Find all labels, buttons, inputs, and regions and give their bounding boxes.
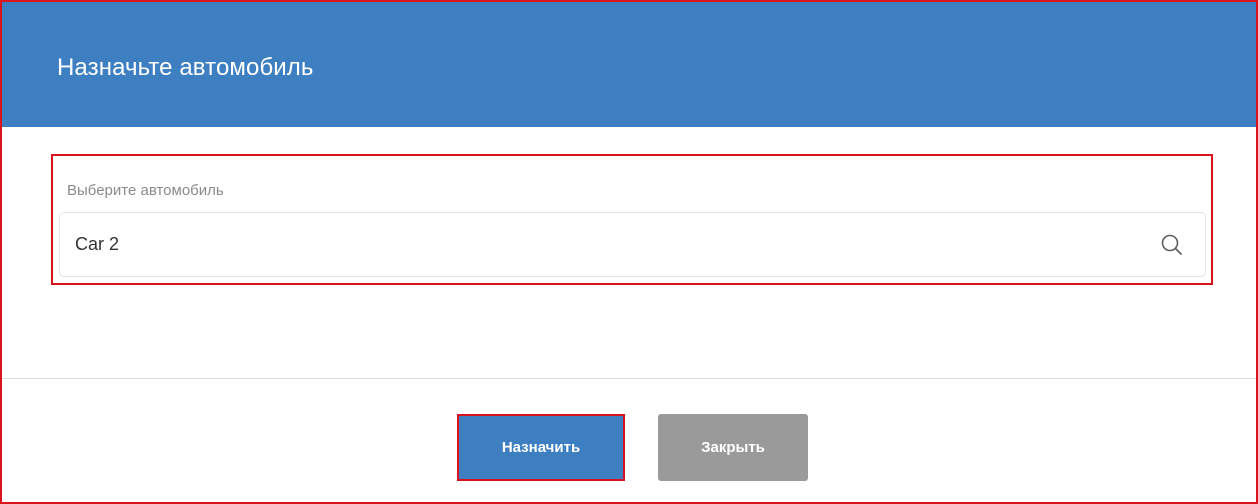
car-select-input[interactable]: Car 2: [59, 212, 1206, 277]
car-select-value: Car 2: [75, 234, 120, 254]
search-icon[interactable]: [1159, 232, 1185, 258]
car-select-group: Выберите автомобиль Car 2: [51, 154, 1213, 285]
close-button[interactable]: Закрыть: [658, 414, 808, 481]
car-select-label: Выберите автомобиль: [67, 182, 224, 199]
dialog-title: Назначьте автомобиль: [57, 54, 314, 81]
assign-car-dialog: Назначьте автомобиль Выберите автомобиль…: [0, 0, 1258, 504]
dialog-header: Назначьте автомобиль: [2, 2, 1256, 127]
footer-divider: [2, 378, 1256, 379]
assign-button[interactable]: Назначить: [457, 414, 625, 481]
